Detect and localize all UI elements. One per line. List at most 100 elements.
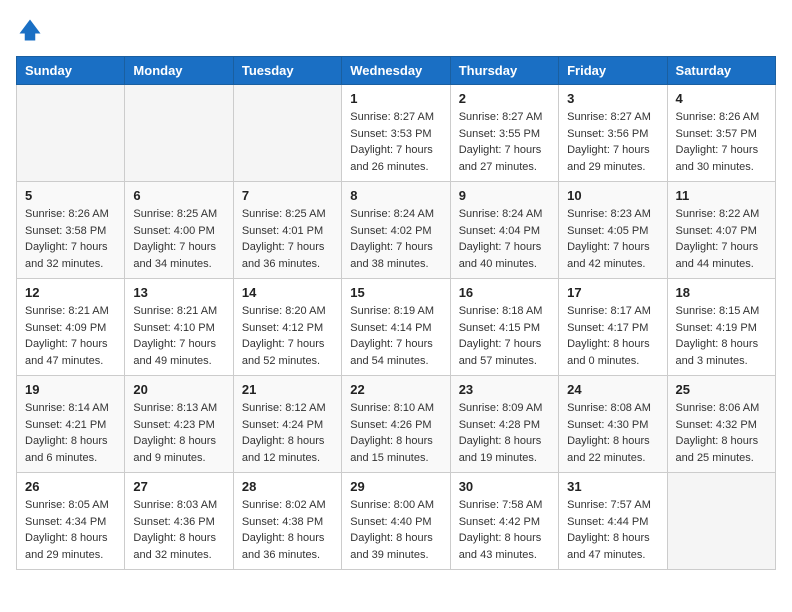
day-number: 13 <box>133 285 224 300</box>
calendar-cell: 27 Sunrise: 8:03 AMSunset: 4:36 PMDayligh… <box>125 473 233 570</box>
day-number: 28 <box>242 479 333 494</box>
day-info: Sunrise: 8:24 AMSunset: 4:02 PMDaylight:… <box>350 206 441 272</box>
calendar-cell: 14 Sunrise: 8:20 AMSunset: 4:12 PMDayligh… <box>233 279 341 376</box>
calendar-cell: 6 Sunrise: 8:25 AMSunset: 4:00 PMDaylight… <box>125 182 233 279</box>
calendar-header-row: SundayMondayTuesdayWednesdayThursdayFrid… <box>17 57 776 85</box>
day-number: 18 <box>676 285 767 300</box>
calendar-header-sunday: Sunday <box>17 57 125 85</box>
day-number: 27 <box>133 479 224 494</box>
calendar-cell: 20 Sunrise: 8:13 AMSunset: 4:23 PMDayligh… <box>125 376 233 473</box>
calendar-cell: 3 Sunrise: 8:27 AMSunset: 3:56 PMDaylight… <box>559 85 667 182</box>
day-number: 19 <box>25 382 116 397</box>
day-info: Sunrise: 8:18 AMSunset: 4:15 PMDaylight:… <box>459 303 550 369</box>
day-number: 16 <box>459 285 550 300</box>
calendar-cell: 2Sunrise: 8:27 AMSunset: 3:55 PMDaylight… <box>450 85 558 182</box>
day-number: 15 <box>350 285 441 300</box>
day-number: 31 <box>567 479 658 494</box>
calendar-cell: 29 Sunrise: 8:00 AMSunset: 4:40 PMDayligh… <box>342 473 450 570</box>
day-info: Sunrise: 8:10 AMSunset: 4:26 PMDaylight:… <box>350 400 441 466</box>
calendar-week-row: 19Sunrise: 8:14 AMSunset: 4:21 PMDayligh… <box>17 376 776 473</box>
day-number: 3 <box>567 91 658 106</box>
day-info: Sunrise: 8:08 AMSunset: 4:30 PMDaylight:… <box>567 400 658 466</box>
calendar-cell: 1Sunrise: 8:27 AMSunset: 3:53 PMDaylight… <box>342 85 450 182</box>
calendar-cell <box>125 85 233 182</box>
day-info: Sunrise: 8:27 AMSunset: 3:53 PMDaylight:… <box>350 109 441 175</box>
calendar-cell: 7Sunrise: 8:25 AMSunset: 4:01 PMDaylight… <box>233 182 341 279</box>
day-info: Sunrise: 8:06 AMSunset: 4:32 PMDaylight:… <box>676 400 767 466</box>
calendar-cell: 26 Sunrise: 8:05 AMSunset: 4:34 PMDayligh… <box>17 473 125 570</box>
calendar-cell: 11 Sunrise: 8:22 AMSunset: 4:07 PMDayligh… <box>667 182 775 279</box>
day-number: 6 <box>133 188 224 203</box>
calendar-cell: 15 Sunrise: 8:19 AMSunset: 4:14 PMDayligh… <box>342 279 450 376</box>
calendar-cell: 28 Sunrise: 8:02 AMSunset: 4:38 PMDayligh… <box>233 473 341 570</box>
calendar-cell: 16 Sunrise: 8:18 AMSunset: 4:15 PMDayligh… <box>450 279 558 376</box>
day-number: 12 <box>25 285 116 300</box>
day-number: 8 <box>350 188 441 203</box>
day-number: 24 <box>567 382 658 397</box>
day-info: Sunrise: 8:24 AMSunset: 4:04 PMDaylight:… <box>459 206 550 272</box>
calendar-cell <box>667 473 775 570</box>
logo-icon <box>16 16 44 44</box>
day-info: Sunrise: 8:13 AMSunset: 4:23 PMDaylight:… <box>133 400 224 466</box>
day-info: Sunrise: 8:27 AMSunset: 3:55 PMDaylight:… <box>459 109 550 175</box>
day-info: Sunrise: 8:03 AMSunset: 4:36 PMDaylight:… <box>133 497 224 563</box>
day-info: Sunrise: 8:15 AMSunset: 4:19 PMDaylight:… <box>676 303 767 369</box>
day-number: 23 <box>459 382 550 397</box>
calendar-header-thursday: Thursday <box>450 57 558 85</box>
calendar-week-row: 5Sunrise: 8:26 AMSunset: 3:58 PMDaylight… <box>17 182 776 279</box>
day-info: Sunrise: 8:17 AMSunset: 4:17 PMDaylight:… <box>567 303 658 369</box>
calendar-cell: 4Sunrise: 8:26 AMSunset: 3:57 PMDaylight… <box>667 85 775 182</box>
day-info: Sunrise: 8:19 AMSunset: 4:14 PMDaylight:… <box>350 303 441 369</box>
day-info: Sunrise: 8:25 AMSunset: 4:00 PMDaylight:… <box>133 206 224 272</box>
calendar-cell: 17Sunrise: 8:17 AMSunset: 4:17 PMDayligh… <box>559 279 667 376</box>
day-info: Sunrise: 8:23 AMSunset: 4:05 PMDaylight:… <box>567 206 658 272</box>
calendar-cell: 31 Sunrise: 7:57 AMSunset: 4:44 PMDayligh… <box>559 473 667 570</box>
day-number: 11 <box>676 188 767 203</box>
calendar-header-tuesday: Tuesday <box>233 57 341 85</box>
calendar-cell: 23 Sunrise: 8:09 AMSunset: 4:28 PMDayligh… <box>450 376 558 473</box>
day-info: Sunrise: 8:22 AMSunset: 4:07 PMDaylight:… <box>676 206 767 272</box>
calendar-header-saturday: Saturday <box>667 57 775 85</box>
calendar-cell: 25 Sunrise: 8:06 AMSunset: 4:32 PMDayligh… <box>667 376 775 473</box>
day-number: 20 <box>133 382 224 397</box>
day-info: Sunrise: 8:20 AMSunset: 4:12 PMDaylight:… <box>242 303 333 369</box>
day-number: 5 <box>25 188 116 203</box>
calendar-cell: 8 Sunrise: 8:24 AMSunset: 4:02 PMDaylight… <box>342 182 450 279</box>
day-number: 29 <box>350 479 441 494</box>
day-number: 25 <box>676 382 767 397</box>
calendar-table: SundayMondayTuesdayWednesdayThursdayFrid… <box>16 56 776 570</box>
day-info: Sunrise: 8:12 AMSunset: 4:24 PMDaylight:… <box>242 400 333 466</box>
day-number: 21 <box>242 382 333 397</box>
day-number: 7 <box>242 188 333 203</box>
day-info: Sunrise: 8:27 AMSunset: 3:56 PMDaylight:… <box>567 109 658 175</box>
day-number: 10 <box>567 188 658 203</box>
day-info: Sunrise: 8:00 AMSunset: 4:40 PMDaylight:… <box>350 497 441 563</box>
day-info: Sunrise: 7:58 AMSunset: 4:42 PMDaylight:… <box>459 497 550 563</box>
calendar-cell: 10 Sunrise: 8:23 AMSunset: 4:05 PMDayligh… <box>559 182 667 279</box>
calendar-cell: 24 Sunrise: 8:08 AMSunset: 4:30 PMDayligh… <box>559 376 667 473</box>
calendar-cell <box>233 85 341 182</box>
calendar-cell: 5Sunrise: 8:26 AMSunset: 3:58 PMDaylight… <box>17 182 125 279</box>
calendar-cell: 22 Sunrise: 8:10 AMSunset: 4:26 PMDayligh… <box>342 376 450 473</box>
calendar-cell <box>17 85 125 182</box>
day-number: 26 <box>25 479 116 494</box>
calendar-cell: 19Sunrise: 8:14 AMSunset: 4:21 PMDayligh… <box>17 376 125 473</box>
day-info: Sunrise: 7:57 AMSunset: 4:44 PMDaylight:… <box>567 497 658 563</box>
calendar-header-friday: Friday <box>559 57 667 85</box>
day-number: 30 <box>459 479 550 494</box>
day-info: Sunrise: 8:21 AMSunset: 4:10 PMDaylight:… <box>133 303 224 369</box>
day-number: 14 <box>242 285 333 300</box>
day-info: Sunrise: 8:09 AMSunset: 4:28 PMDaylight:… <box>459 400 550 466</box>
calendar-week-row: 12Sunrise: 8:21 AMSunset: 4:09 PMDayligh… <box>17 279 776 376</box>
calendar-cell: 13 Sunrise: 8:21 AMSunset: 4:10 PMDayligh… <box>125 279 233 376</box>
calendar-cell: 9Sunrise: 8:24 AMSunset: 4:04 PMDaylight… <box>450 182 558 279</box>
day-info: Sunrise: 8:05 AMSunset: 4:34 PMDaylight:… <box>25 497 116 563</box>
day-number: 22 <box>350 382 441 397</box>
day-info: Sunrise: 8:02 AMSunset: 4:38 PMDaylight:… <box>242 497 333 563</box>
calendar-cell: 30 Sunrise: 7:58 AMSunset: 4:42 PMDayligh… <box>450 473 558 570</box>
calendar-week-row: 26 Sunrise: 8:05 AMSunset: 4:34 PMDayligh… <box>17 473 776 570</box>
day-info: Sunrise: 8:26 AMSunset: 3:57 PMDaylight:… <box>676 109 767 175</box>
calendar-header-monday: Monday <box>125 57 233 85</box>
calendar-cell: 21 Sunrise: 8:12 AMSunset: 4:24 PMDayligh… <box>233 376 341 473</box>
calendar-header-wednesday: Wednesday <box>342 57 450 85</box>
